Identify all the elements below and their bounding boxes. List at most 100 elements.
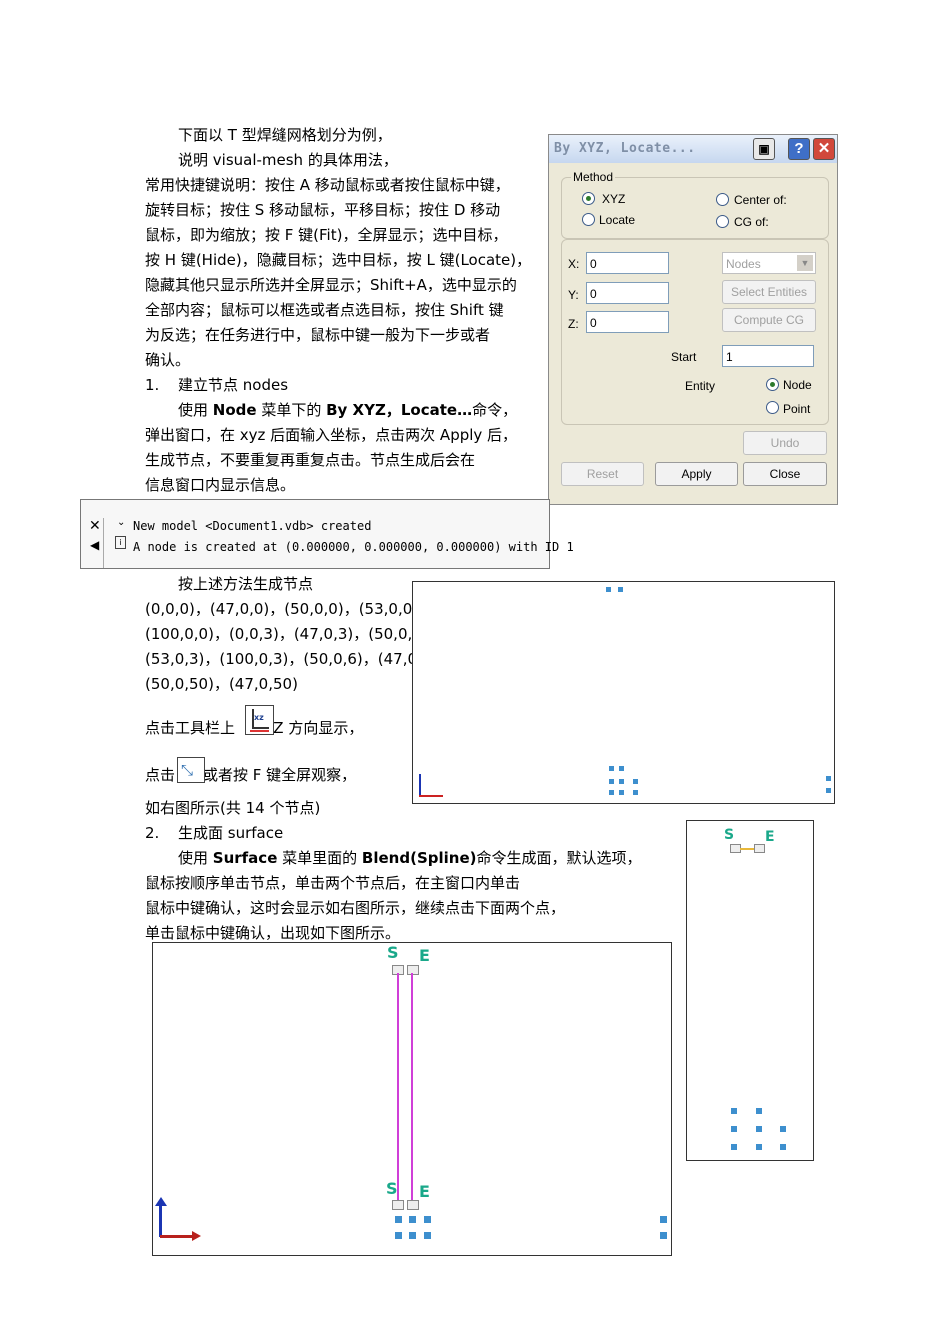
cg-of-label: CG of: [734,215,769,229]
xz-view-icon[interactable]: xz [245,705,274,735]
node-marker [424,1216,431,1223]
locate-label: Locate [599,213,636,227]
fit-text-a: 点击 [145,766,176,784]
nodes-select[interactable]: Nodes ▼ [722,252,816,274]
apply-button[interactable]: Apply [655,462,738,486]
shortcut-line-7: 为反选；在任务进行中，鼠标中键一般为下一步或者 [145,326,491,344]
s2-text-c: 菜单里面的 [277,849,362,867]
step1-title: 建立节点 nodes [178,376,289,394]
node-marker [756,1108,762,1114]
bottom-end-label: E [419,1182,430,1201]
node-marker [619,779,624,784]
close-icon[interactable]: ✕ [89,518,101,534]
start-label: Start [671,350,697,364]
shortcut-line-8: 确认。 [145,351,191,369]
compute-cg-button[interactable]: Compute CG [722,308,816,332]
step2-line-2: 鼠标按顺序单击节点，单击两个节点后，在主窗口内单击 [145,874,521,892]
locate-radio[interactable] [582,213,595,226]
shortcut-line-2: 旋转目标；按住 S 移动鼠标，平移目标；按住 D 移动 [145,201,501,219]
collapse-icon[interactable]: ⌄ [117,517,125,528]
dialog-titlebar: By XYZ, Locate... ▣ ? ✕ [549,135,837,163]
axis-z-icon [419,774,421,796]
fit-view-icon[interactable]: ⤡ [177,757,205,783]
step1-line-4: 信息窗口内显示信息。 [145,476,296,494]
shortcut-line-6: 全部内容；鼠标可以框选或者点选目标，按住 Shift 键 [145,301,504,319]
s1-text-e: 命令， [472,401,518,419]
intro-line-1: 下面以 T 型焊缝网格划分为例， [178,126,392,144]
start-marker-label: S [724,827,735,843]
center-of-radio[interactable] [716,193,729,206]
center-of-label: Center of: [734,193,787,207]
z-input[interactable]: 0 [586,311,669,333]
select-entities-button[interactable]: Select Entities [722,280,816,304]
node-marker [409,1232,416,1239]
s1-text-a: 使用 [178,401,213,419]
y-input[interactable]: 0 [586,282,669,304]
bottom-start-label: S [386,1179,398,1198]
node-marker [780,1126,786,1132]
close-x-button[interactable]: ✕ [813,138,835,160]
node-marker [780,1144,786,1150]
axis-x-arrow-icon [192,1231,201,1241]
y-label: Y: [568,288,579,302]
x-input[interactable]: 0 [586,252,669,274]
shortcut-line-4: 按 H 键(Hide)，隐藏目标；选中目标，按 L 键(Locate)， [145,251,532,269]
step1-line-3: 生成节点，不要重复再重复点击。节点生成后会在 [145,451,476,469]
node-marker [731,1144,737,1150]
s2-text-e: 命令生成面，默认选项， [476,849,642,867]
document-page: 下面以 T 型焊缝网格划分为例， 说明 visual-mesh 的具体用法， 常… [0,0,950,1344]
spline-segment [740,848,754,850]
restore-icon[interactable]: ▣ [753,138,775,160]
node-marker [826,788,831,793]
node-marker [424,1232,431,1239]
node-marker [619,790,624,795]
step1-number: 1. [145,376,160,394]
s1-text-c: 菜单下的 [256,401,327,419]
step2-title: 生成面 surface [178,824,284,842]
end-node-box [754,844,765,853]
axis-z-arrow-icon [155,1197,167,1206]
help-button[interactable]: ? [788,138,810,160]
step2-line-3: 鼠标中键确认，这时会显示如右图所示，继续点击下面两个点， [145,899,566,917]
shortcut-line-5: 隐藏其他只显示所选并全屏显示；Shift+A，选中显示的 [145,276,517,294]
info-console: ✕ ◀ ⌄ i New model <Document1.vdb> create… [80,499,574,569]
xyz-label: XYZ [602,192,626,206]
nodes-view [412,581,835,804]
node-marker [395,1232,402,1239]
s2-text-a: 使用 [178,849,213,867]
left-arrow-icon[interactable]: ◀ [90,538,99,552]
s2-command: Blend(Spline) [361,849,477,867]
surface-edge-left [397,973,399,1205]
node-marker [609,779,614,784]
axis-x-icon [419,795,443,797]
reset-button[interactable]: Reset [561,462,644,486]
coords-line-1: (0,0,0)，(47,0,0)，(50,0,0)，(53,0,0)， [145,600,434,618]
undo-button[interactable]: Undo [743,431,827,455]
point-radio[interactable] [766,401,779,414]
x-label: X: [568,257,580,271]
axis-x-icon [160,1235,194,1238]
intro-line-2: 说明 visual-mesh 的具体用法， [178,151,398,169]
start-input[interactable]: 1 [722,345,814,367]
node-radio[interactable] [766,378,779,391]
step1-line-2: 弹出窗口，在 xyz 后面输入坐标，点击两次 Apply 后， [145,426,518,444]
xz-text-a: 点击工具栏上 [145,719,236,737]
method-label: Method [571,170,616,184]
method-group [561,177,829,239]
coords-line-3: (53,0,3)，(100,0,3)，(50,0,6)，(47,0,6)， [145,650,453,668]
node-marker [619,766,624,771]
node-marker [633,779,638,784]
console-line-1: New model <Document1.vdb> created [133,519,372,533]
node-marker [731,1108,737,1114]
coords-line-2: (100,0,0)，(0,0,3)，(47,0,3)，(50,0,3)， [145,625,443,643]
node-marker [609,766,614,771]
cg-of-radio[interactable] [716,215,729,228]
step2-instruction: 使用 Surface 菜单里面的 Blend(Spline)命令生成面，默认选项… [178,846,642,871]
xz-text-b: XZ 方向显示， [263,719,364,737]
coords-line-4: (50,0,50)，(47,0,50) [145,675,298,693]
entity-label: Entity [685,379,716,393]
chevron-down-icon: ▼ [797,255,813,271]
node-marker [609,790,614,795]
xyz-radio[interactable] [582,192,595,205]
close-button[interactable]: Close [743,462,827,486]
